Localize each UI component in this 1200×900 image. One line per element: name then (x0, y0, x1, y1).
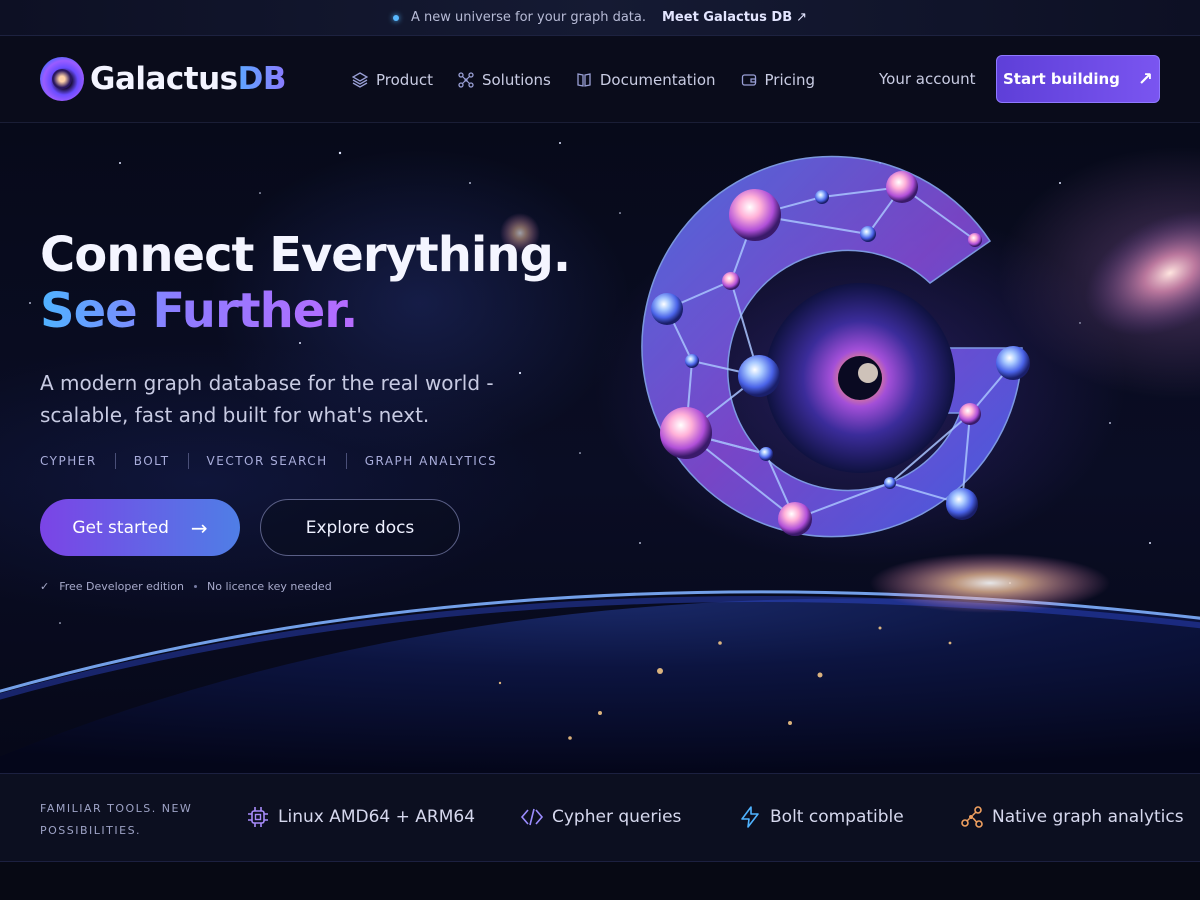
feature-label: Cypher queries (552, 807, 682, 827)
hero-headline: Connect Everything. (40, 227, 571, 283)
arrow-up-right-icon[interactable]: ↗ (796, 10, 807, 25)
feature-cypher: Cypher queries (520, 805, 681, 829)
your-account-link[interactable]: Your account (879, 70, 976, 88)
network-icon (458, 71, 474, 88)
nav-item-label: Pricing (764, 70, 816, 89)
feature-graph-analytics: Native graph analytics (960, 805, 1184, 829)
tag-bolt: BOLT (133, 454, 170, 468)
brand-name-part1: Galactus (90, 61, 238, 97)
arrow-right-icon: → (190, 515, 208, 540)
nav-item-documentation[interactable]: Documentation (576, 71, 716, 89)
feature-linux: Linux AMD64 + ARM64 (246, 805, 475, 829)
announcement-dot-icon (392, 14, 399, 21)
galaxy-logo-icon (40, 57, 84, 101)
check-icon: ✓ (40, 580, 50, 593)
get-started-button[interactable]: Get started → (40, 499, 240, 556)
fine-print-item: No licence key needed (207, 580, 332, 593)
feature-label: Native graph analytics (992, 807, 1184, 827)
hero-section: Connect Everything. See Further. A moder… (0, 123, 1200, 773)
get-started-label: Get started (72, 517, 169, 538)
nav-item-pricing[interactable]: Pricing (741, 70, 816, 89)
page-bottom (0, 862, 1200, 900)
fine-print-dot (194, 585, 198, 588)
nav-links: Product Solutions Documentation Pricing (352, 36, 840, 123)
wallet-icon (741, 73, 756, 86)
nav-item-product[interactable]: Product (352, 71, 433, 89)
tag-graph-analytics: GRAPH ANALYTICS (364, 454, 498, 468)
tag-divider (114, 453, 116, 469)
brand-name-part2: DB (237, 61, 287, 97)
cpu-chip-icon (248, 807, 268, 827)
graph-nodes-icon (961, 806, 983, 828)
code-brackets-icon (520, 808, 544, 826)
start-building-button[interactable]: Start building ↗ (996, 55, 1160, 103)
layers-icon (352, 71, 368, 88)
hero-cta-row: Get started → Explore docs (40, 499, 570, 556)
fine-print-item: Free Developer edition (59, 580, 185, 593)
announcement-link[interactable]: Meet Galactus DB (662, 10, 792, 25)
nav-item-label: Product (376, 70, 433, 89)
features-strip: FAMILIAR TOOLS. NEW POSSIBILITIES. Linux… (0, 773, 1200, 862)
feature-label: Bolt compatible (770, 807, 904, 827)
tag-vector-search: VECTOR SEARCH (206, 454, 328, 468)
hero-tags: CYPHER BOLT VECTOR SEARCH GRAPH ANALYTIC… (40, 453, 570, 469)
features-title: FAMILIAR TOOLS. NEW POSSIBILITIES. (40, 802, 193, 837)
explore-docs-label: Explore docs (305, 517, 415, 538)
announcement-bar: A new universe for your graph data. Meet… (0, 0, 1200, 36)
nav-item-solutions[interactable]: Solutions (458, 71, 551, 89)
announcement-text: A new universe for your graph data. (410, 10, 646, 25)
brand-name: GalactusDB (90, 61, 287, 97)
feature-label: Linux AMD64 + ARM64 (278, 807, 476, 827)
tag-divider (345, 453, 347, 469)
hero-headline-gradient: See Further. (40, 283, 358, 339)
arrow-up-right-icon: ↗ (1137, 68, 1153, 90)
lightning-bolt-icon (741, 806, 759, 828)
hero-lead: A modern graph database for the real wor… (40, 371, 494, 427)
nav-item-label: Solutions (481, 70, 551, 89)
nav-item-label: Documentation (599, 70, 716, 89)
hero-fine-print: ✓ Free Developer edition No licence key … (40, 580, 570, 593)
hero-copy: Connect Everything. See Further. A moder… (40, 227, 571, 593)
book-icon (577, 72, 591, 87)
start-building-label: Start building (1003, 70, 1120, 88)
brand-logo[interactable]: GalactusDB (40, 57, 287, 101)
tag-cypher: CYPHER (40, 454, 97, 468)
tag-divider (187, 453, 189, 469)
feature-bolt: Bolt compatible (738, 805, 904, 829)
explore-docs-button[interactable]: Explore docs (260, 499, 460, 556)
